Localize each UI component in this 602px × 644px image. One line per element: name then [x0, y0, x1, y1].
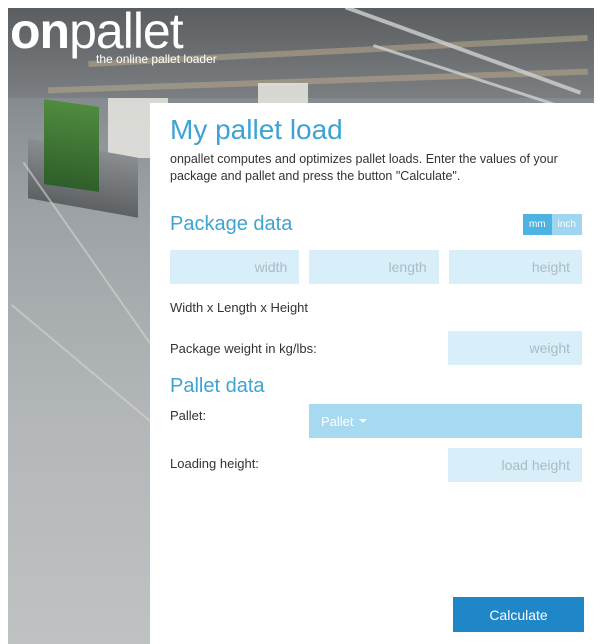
- pallet-label: Pallet:: [170, 408, 207, 423]
- machine-green: [44, 99, 99, 192]
- height-input[interactable]: height: [448, 250, 582, 284]
- width-input[interactable]: width: [170, 250, 300, 284]
- unit-inch-button[interactable]: inch: [551, 214, 582, 235]
- caret-down-icon: [358, 419, 367, 423]
- weight-input[interactable]: weight: [448, 331, 582, 365]
- page-title: My pallet load: [170, 114, 343, 145]
- floor-marking: [10, 303, 166, 435]
- weight-label: Package weight in kg/lbs:: [170, 340, 317, 356]
- package-dimensions-row: width length height: [170, 250, 582, 284]
- dimensions-caption: Width x Length x Height: [170, 300, 309, 315]
- pallet-dropdown-label: Pallet: [321, 413, 354, 429]
- loading-height-label: Loading height:: [170, 456, 259, 471]
- intro-text: onpallet computes and optimizes pallet l…: [170, 152, 558, 183]
- weight-row: Package weight in kg/lbs: weight: [170, 331, 582, 365]
- logo-wordmark: onpallet: [10, 6, 217, 56]
- pallet-row: Pallet: Pallet: [170, 404, 582, 438]
- onpallet-logo[interactable]: onpallet the online pallet loader: [10, 6, 217, 66]
- logo-word-bold: on: [10, 3, 70, 59]
- pallet-section-title: Pallet data: [170, 375, 265, 397]
- logo-tagline: the online pallet loader: [96, 52, 217, 66]
- logo-word-light: pallet: [69, 3, 184, 59]
- calculate-button[interactable]: Calculate: [453, 597, 584, 632]
- pallet-load-form: My pallet load onpallet computes and opt…: [150, 103, 594, 644]
- pallet-dropdown[interactable]: Pallet: [309, 404, 582, 438]
- load-height-input[interactable]: load height: [448, 448, 582, 482]
- unit-mm-button[interactable]: mm: [522, 214, 552, 235]
- unit-toggle: mm inch: [522, 214, 582, 235]
- package-section-header: Package data mm inch: [170, 213, 582, 236]
- package-section-title: Package data: [170, 213, 293, 235]
- loading-height-row: Loading height: load height: [170, 448, 582, 482]
- length-input[interactable]: length: [309, 250, 439, 284]
